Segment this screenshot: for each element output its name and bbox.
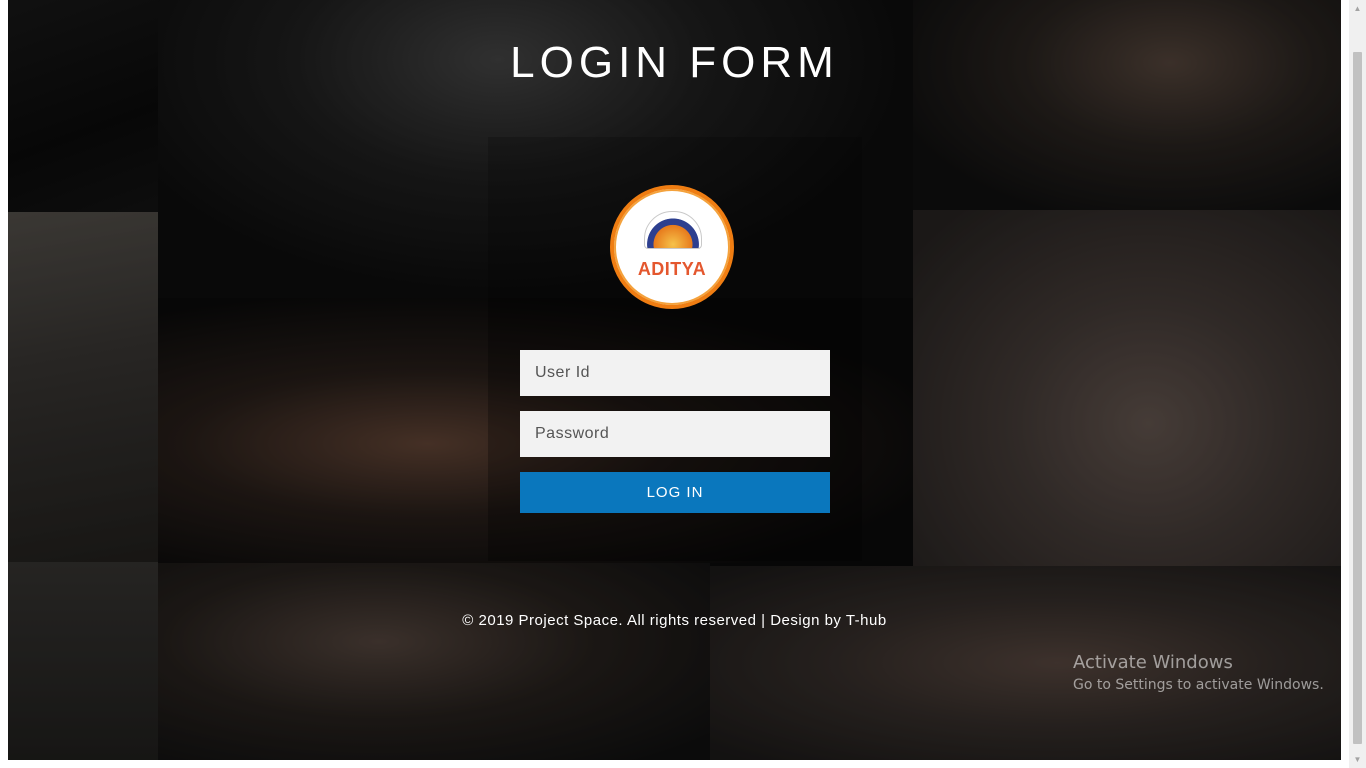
password-input[interactable]	[520, 411, 830, 457]
watermark-title: Activate Windows	[1073, 652, 1233, 673]
chevron-down-icon[interactable]: ▼	[1349, 751, 1366, 768]
footer-text: © 2019 Project Space. All rights reserve…	[462, 612, 842, 629]
logo-text: ADITYA	[637, 259, 707, 279]
scrollbar-thumb[interactable]	[1353, 52, 1362, 744]
page-bottom-strip	[0, 760, 1349, 768]
vertical-scrollbar[interactable]: ▲ ▼	[1349, 0, 1366, 768]
page-background: LOGIN FORM ADITYA LOG IN © 2019 Project …	[8, 0, 1341, 760]
aditya-logo: ADITYA	[610, 185, 734, 309]
footer: © 2019 Project Space. All rights reserve…	[8, 612, 1341, 629]
watermark-subtitle: Go to Settings to activate Windows.	[1073, 677, 1324, 693]
activate-windows-watermark: Activate Windows Go to Settings to activ…	[1073, 652, 1324, 693]
page-title: LOGIN FORM	[510, 38, 839, 87]
footer-link-thub[interactable]: T-hub	[846, 612, 887, 629]
login-button[interactable]: LOG IN	[520, 472, 830, 513]
chevron-up-icon[interactable]: ▲	[1349, 0, 1366, 17]
emblem-icon	[644, 211, 702, 249]
user-id-input[interactable]	[520, 350, 830, 396]
